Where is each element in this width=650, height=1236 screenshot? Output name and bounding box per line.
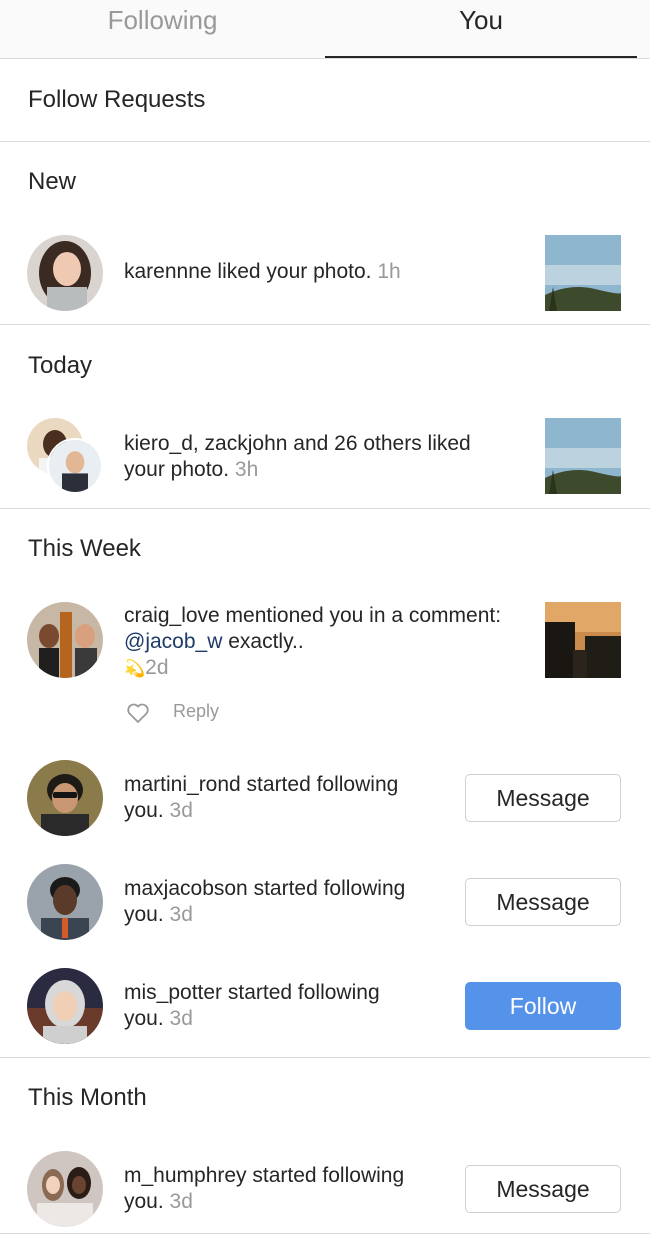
active-tab-indicator <box>325 56 637 58</box>
notification-time: 3d <box>169 1190 193 1213</box>
post-thumbnail[interactable] <box>545 418 621 494</box>
section-header-this-week: This Week <box>28 535 141 562</box>
notification-line2: you. <box>124 799 164 822</box>
follow-requests-link[interactable]: Follow Requests <box>28 86 205 114</box>
notification-time: 2d <box>145 656 169 679</box>
notification-line2: you. <box>124 1007 164 1030</box>
divider <box>0 324 650 325</box>
notification-text: kiero_d, zackjohn and 26 others liked yo… <box>124 431 471 483</box>
avatar-maxjacobson[interactable] <box>27 864 103 940</box>
notification-text: mis_potter started following you. 3d <box>124 980 380 1032</box>
notification-time: 3h <box>234 458 259 481</box>
notification-line2: you. <box>124 903 164 926</box>
tab-following[interactable]: Following <box>0 0 325 58</box>
notification-text: martini_rond started following you. 3d <box>124 772 398 824</box>
avatar-craig-love[interactable] <box>27 602 103 678</box>
mention-link[interactable]: @jacob_w <box>124 630 222 653</box>
notification-line1: m_humphrey started following <box>124 1164 405 1187</box>
notification-line1: martini_rond started following <box>124 773 399 796</box>
heart-icon[interactable] <box>126 702 150 724</box>
notification-text: karennne liked your photo. 1h <box>124 259 401 285</box>
message-button[interactable]: Message <box>465 774 621 822</box>
avatar-karennne[interactable] <box>27 235 103 311</box>
notification-text: craig_love mentioned you in a comment: @… <box>124 603 501 682</box>
post-thumbnail[interactable] <box>545 235 621 311</box>
notification-line1: mis_potter started following <box>124 981 380 1004</box>
notification-time: 3d <box>169 799 193 822</box>
sparkle-emoji-icon: 💫 <box>124 659 146 678</box>
notification-time: 1h <box>377 260 401 283</box>
notification-line1: kiero_d, zackjohn and 26 others liked <box>124 432 471 455</box>
reply-button[interactable]: Reply <box>173 701 219 722</box>
section-header-this-month: This Month <box>28 1084 147 1111</box>
message-button[interactable]: Message <box>465 1165 621 1213</box>
divider <box>0 141 650 142</box>
section-header-new: New <box>28 168 77 195</box>
follow-button[interactable]: Follow <box>465 982 621 1030</box>
post-thumbnail[interactable] <box>545 602 621 678</box>
notification-time: 3d <box>169 1007 193 1030</box>
divider <box>0 508 650 509</box>
divider <box>0 1233 650 1234</box>
tab-bar: Following You <box>0 0 650 59</box>
avatar-martini-rond[interactable] <box>27 760 103 836</box>
avatar-zackjohn[interactable] <box>47 438 103 494</box>
notification-text: m_humphrey started following you. 3d <box>124 1163 404 1215</box>
notification-line1: maxjacobson started following <box>124 877 406 900</box>
section-header-today: Today <box>28 352 93 379</box>
notification-text: maxjacobson started following you. 3d <box>124 876 405 928</box>
notification-line2: you. <box>124 1190 164 1213</box>
avatar-mis-potter[interactable] <box>27 968 103 1044</box>
notification-message: karennne liked your photo. <box>124 260 372 283</box>
notification-line1: craig_love mentioned you in a comment: <box>124 604 502 627</box>
notification-line2: your photo. <box>124 458 230 481</box>
message-button[interactable]: Message <box>465 878 621 926</box>
tab-you[interactable]: You <box>325 0 637 58</box>
divider <box>0 1057 650 1058</box>
notification-time: 3d <box>169 903 193 926</box>
avatar-m-humphrey[interactable] <box>27 1151 103 1227</box>
comment-text: exactly.. <box>222 630 304 653</box>
